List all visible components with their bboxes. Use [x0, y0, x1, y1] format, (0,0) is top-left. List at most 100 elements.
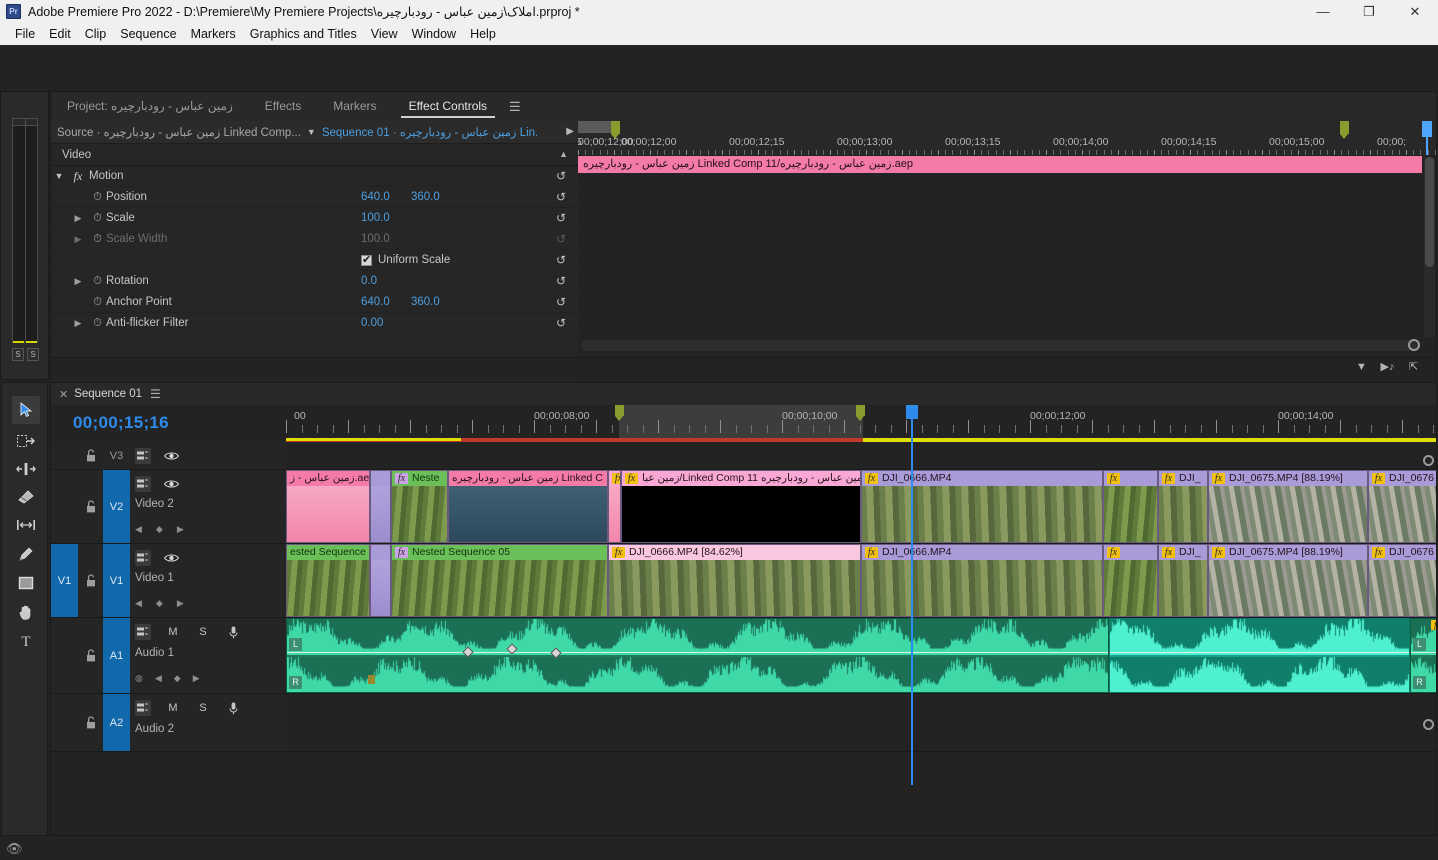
track-header-v1[interactable]: V1 V1 Video 1 ◀ ◆ ▶	[51, 544, 286, 618]
tab-effects[interactable]: Effects	[249, 92, 317, 121]
tab-markers[interactable]: Markers	[317, 92, 392, 121]
timeline-playhead[interactable]	[906, 405, 918, 785]
menu-item-edit[interactable]: Edit	[42, 23, 78, 45]
disclosure-triangle-icon[interactable]: ▶	[67, 213, 89, 224]
property-row-scale-width[interactable]: ▶ ⏱ Scale Width 100.0 ↺	[51, 229, 578, 250]
position-x-value[interactable]: 640.0	[361, 191, 390, 203]
position-y-value[interactable]: 360.0	[411, 191, 440, 203]
timeline-ruler[interactable]: 00 00;00;08;00 00;00;10;00 00;00;12;00 00;00…	[286, 405, 1436, 438]
solo-button-a1[interactable]: S	[195, 624, 211, 640]
expand-arrow-icon[interactable]: ▶	[566, 126, 574, 137]
eye-icon[interactable]	[163, 550, 179, 566]
effect-row-motion[interactable]: ▼ fx Motion ↺	[51, 166, 578, 187]
next-keyframe-icon[interactable]: ▶	[177, 524, 184, 535]
property-row-anti-flicker-filter[interactable]: ▶ ⏱ Anti-flicker Filter 0.00 ↺	[51, 313, 578, 334]
slip-tool[interactable]	[12, 511, 40, 539]
uniform-scale-checkbox[interactable]	[361, 253, 372, 266]
clip-v2area-8[interactable]: fx DJI_	[1158, 470, 1208, 543]
menu-item-help[interactable]: Help	[463, 23, 503, 45]
rectangle-tool[interactable]	[12, 569, 40, 597]
marker-in-icon[interactable]	[615, 405, 624, 421]
close-button[interactable]: ✕	[1392, 0, 1438, 23]
uniform-scale-control[interactable]: Uniform Scale	[361, 253, 450, 266]
stopwatch-icon[interactable]: ⏱	[89, 191, 106, 204]
menu-item-view[interactable]: View	[364, 23, 405, 45]
clip-v1area-3[interactable]: fx DJI_0666.MP4 [84.62%]	[608, 544, 861, 617]
solo-button-a2[interactable]: S	[195, 700, 211, 716]
anti-flicker-value[interactable]: 0.00	[361, 317, 383, 329]
add-keyframe-icon[interactable]: ◆	[174, 673, 181, 684]
chevron-down-icon[interactable]: ▼	[301, 127, 322, 137]
playhead-timecode[interactable]: 00;00;15;16	[73, 413, 169, 433]
marker-out-icon[interactable]	[1340, 121, 1349, 139]
lock-icon[interactable]	[80, 544, 102, 617]
type-tool[interactable]: T	[12, 627, 40, 655]
lock-icon[interactable]	[80, 442, 102, 469]
next-keyframe-icon[interactable]: ▶	[193, 673, 200, 684]
property-row-position[interactable]: ⏱ Position 640.0 360.0 ↺	[51, 187, 578, 208]
property-row-anchor-point[interactable]: ⏱ Anchor Point 640.0 360.0 ↺	[51, 292, 578, 313]
mute-button-a1[interactable]: M	[165, 624, 181, 640]
menu-item-sequence[interactable]: Sequence	[113, 23, 183, 45]
selection-tool[interactable]	[12, 396, 40, 424]
stopwatch-icon[interactable]: ⏱	[89, 317, 106, 330]
clip-v2area-3[interactable]: زمین عباس - رودبارچیره Linked C	[448, 470, 608, 543]
hamburger-icon[interactable]: ☰	[503, 92, 527, 121]
ec-playhead[interactable]	[1422, 121, 1432, 155]
clip-v2area-7[interactable]: fx	[1103, 470, 1158, 543]
menu-item-graphics-and-titles[interactable]: Graphics and Titles	[243, 23, 364, 45]
track-target-v1[interactable]: V1	[103, 544, 130, 617]
disclosure-triangle-icon[interactable]: ▼	[51, 171, 67, 181]
ripple-edit-tool[interactable]	[12, 455, 40, 483]
clip-v2area-4[interactable]: fxس - رودبارچیره	[608, 470, 621, 543]
tab-effect-controls[interactable]: Effect Controls	[393, 92, 503, 121]
sync-lock-icon[interactable]	[135, 550, 151, 566]
disclosure-triangle-icon[interactable]: ▶	[67, 318, 89, 329]
tab-project[interactable]: Project: زمین عباس - رودبارچیره	[51, 92, 249, 121]
reset-icon[interactable]: ↺	[554, 295, 568, 309]
track-clips-v2[interactable]: زمین عباس - ز.aep fxNesteزمین عباس - رودب…	[286, 470, 1436, 544]
anchor-x-value[interactable]: 640.0	[361, 296, 390, 308]
track-clips-v3[interactable]	[286, 442, 1436, 470]
clip-v2area-6[interactable]: fx DJI_0666.MP4	[861, 470, 1103, 543]
stopwatch-icon[interactable]: ⏱	[89, 212, 106, 225]
prev-keyframe-icon[interactable]: ◀	[135, 524, 142, 535]
hand-tool[interactable]	[12, 598, 40, 626]
property-row-scale[interactable]: ▶ ⏱ Scale 100.0 ↺	[51, 208, 578, 229]
volume-icon[interactable]: ◍	[135, 673, 143, 684]
menu-item-file[interactable]: File	[8, 23, 42, 45]
track-target-v3[interactable]: V3	[103, 442, 130, 469]
clip-v1area-0[interactable]: ested Sequence 04	[286, 544, 370, 617]
next-keyframe-icon[interactable]: ▶	[177, 598, 184, 609]
clip-v2area-9[interactable]: fx DJI_0675.MP4 [88.19%]	[1208, 470, 1368, 543]
track-target-a2[interactable]: A2	[103, 694, 130, 751]
lock-icon[interactable]	[80, 470, 102, 543]
disclosure-triangle-icon[interactable]: ▶	[67, 276, 89, 287]
clip-marker-icon[interactable]	[368, 675, 375, 684]
effect-controls-clip-bar[interactable]: زمین عباس - رودبارچیره Linked Comp 11/زم…	[578, 156, 1422, 173]
audio-volume-line[interactable]	[287, 652, 1108, 653]
eye-icon[interactable]	[163, 476, 179, 492]
solo-right-button[interactable]: S	[27, 348, 39, 361]
clip-v2area-5[interactable]: fx زمین عبا/Linked Comp 11 زمین عباس - رو…	[621, 470, 861, 543]
effect-controls-ruler[interactable]: 00;00;12;00 5 00;00;12;00 00;00;12;15 00;0…	[578, 121, 1436, 155]
export-frame-icon[interactable]: ⇱	[1406, 360, 1421, 375]
reset-icon[interactable]: ↺	[554, 316, 568, 330]
clip-v1area-5[interactable]: fx	[1103, 544, 1158, 617]
clip-v2area-0[interactable]: زمین عباس - ز.aep	[286, 470, 370, 543]
marker-out-icon[interactable]	[856, 405, 865, 421]
track-header-v3[interactable]: V3	[51, 442, 286, 470]
clip-v1area-2[interactable]: fx Nested Sequence 05	[391, 544, 608, 617]
sync-lock-icon[interactable]	[135, 624, 151, 640]
property-row-rotation[interactable]: ▶ ⏱ Rotation 0.0 ↺	[51, 271, 578, 292]
rotation-value[interactable]: 0.0	[361, 275, 377, 287]
marker-in-icon[interactable]	[611, 121, 620, 139]
track-header-a2[interactable]: A2 M S Audio 2	[51, 694, 286, 752]
track-clips-a1[interactable]: LRLRfx	[286, 618, 1436, 694]
track-sync-indicator-v1[interactable]: V1	[51, 544, 78, 617]
sync-lock-icon[interactable]	[135, 476, 151, 492]
clip-v1area-6[interactable]: fx DJI_	[1158, 544, 1208, 617]
mute-button-a2[interactable]: M	[165, 700, 181, 716]
microphone-icon[interactable]	[225, 700, 241, 716]
pen-tool[interactable]	[12, 540, 40, 568]
